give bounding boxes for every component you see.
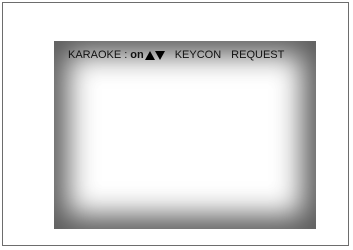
separator: :	[124, 49, 128, 61]
down-triangle-icon	[154, 50, 165, 60]
karaoke-value: on	[130, 49, 144, 61]
up-down-triangle-icon[interactable]	[144, 50, 165, 61]
karaoke-osd-bar: KARAOKE : on KEYCON REQUEST	[68, 49, 284, 61]
karaoke-label: KARAOKE	[68, 49, 122, 61]
request-option[interactable]: REQUEST	[231, 49, 284, 61]
up-triangle-icon	[144, 50, 155, 60]
outer-frame: KARAOKE : on KEYCON REQUEST	[2, 2, 349, 246]
tv-screen: KARAOKE : on KEYCON REQUEST	[54, 41, 316, 229]
keycon-option[interactable]: KEYCON	[175, 49, 221, 61]
